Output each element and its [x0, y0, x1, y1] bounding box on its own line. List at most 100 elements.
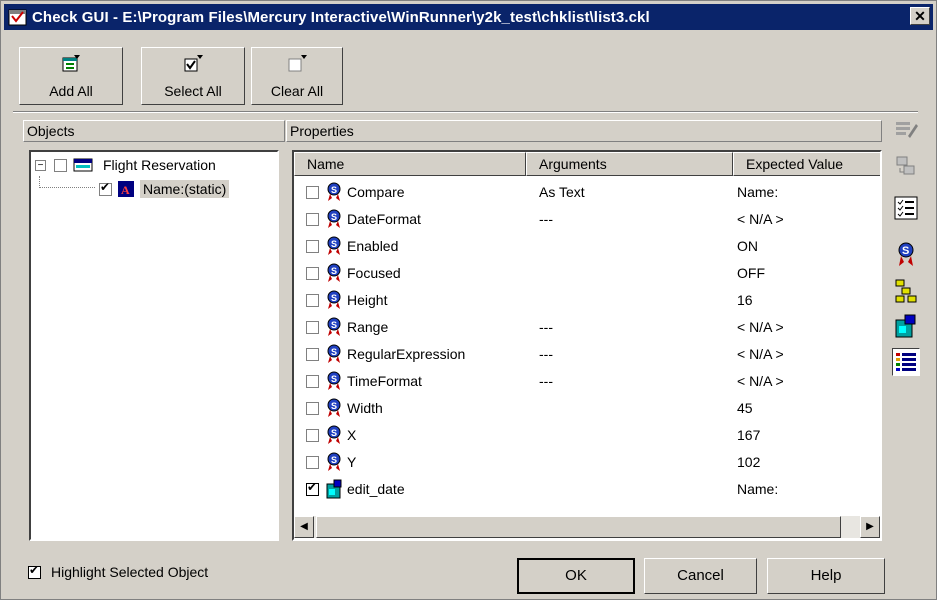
row-value: ON	[737, 238, 758, 254]
row-name: Y	[347, 454, 357, 470]
tree-item-name-static[interactable]: A Name:(static)	[39, 176, 230, 200]
column-header-name[interactable]: Name	[294, 152, 526, 176]
window-icon	[73, 157, 93, 173]
table-row[interactable]: S Compare As Text Name:	[294, 179, 880, 206]
compare-icon[interactable]	[892, 152, 920, 180]
table-row[interactable]: S Enabled ON	[294, 233, 880, 260]
row-value: 102	[737, 454, 761, 470]
select-all-icon	[182, 54, 204, 74]
row-value: OFF	[737, 265, 765, 281]
table-row[interactable]: S DateFormat --- < N/A >	[294, 206, 880, 233]
cancel-button[interactable]: Cancel	[644, 558, 757, 594]
check-gui-window: Check GUI - E:\Program Files\Mercury Int…	[0, 0, 937, 600]
row-name: Enabled	[347, 238, 399, 254]
row-name: X	[347, 427, 357, 443]
objects-header: Objects	[23, 120, 285, 142]
row-checkbox[interactable]	[306, 294, 319, 307]
table-row[interactable]: S TimeFormat --- < N/A >	[294, 368, 880, 395]
row-checkbox[interactable]	[306, 456, 319, 469]
clear-all-button[interactable]: Clear All	[251, 47, 343, 105]
title-bar[interactable]: Check GUI - E:\Program Files\Mercury Int…	[4, 4, 933, 30]
table-row[interactable]: S RegularExpression --- < N/A >	[294, 341, 880, 368]
property-icon: S	[325, 398, 343, 418]
add-all-button[interactable]: Add All	[19, 47, 123, 105]
close-button[interactable]: ✕	[910, 7, 930, 25]
highlight-selected-option[interactable]: Highlight Selected Object	[28, 563, 209, 580]
row-value: 16	[737, 292, 753, 308]
tree-item-label: Name:(static)	[140, 180, 230, 198]
select-all-button[interactable]: Select All	[141, 47, 245, 105]
row-checkbox[interactable]	[306, 402, 319, 415]
objects-tree[interactable]: − Flight Reservation A Name:(static)	[29, 150, 279, 541]
row-checkbox[interactable]	[306, 240, 319, 253]
hierarchy-icon[interactable]	[892, 276, 920, 304]
scroll-right-button[interactable]: ▶	[860, 516, 880, 538]
properties-list[interactable]: Name Arguments Expected Value S Compare …	[292, 150, 882, 541]
row-name: Height	[347, 292, 388, 308]
row-name: DateFormat	[347, 211, 421, 227]
row-value: < N/A >	[737, 211, 784, 227]
svg-text:S: S	[331, 212, 337, 222]
clear-all-label: Clear All	[270, 83, 324, 99]
property-icon: S	[325, 452, 343, 472]
row-checkbox[interactable]	[306, 186, 319, 199]
ok-button[interactable]: OK	[517, 558, 635, 594]
checkbox-flight-reservation[interactable]	[54, 158, 67, 172]
close-icon: ✕	[914, 8, 926, 24]
column-header-expected-value[interactable]: Expected Value	[733, 152, 880, 176]
svg-text:S: S	[331, 320, 337, 330]
row-checkbox[interactable]	[306, 213, 319, 226]
edit-expected-icon[interactable]	[892, 116, 920, 144]
app-icon	[8, 7, 28, 27]
checklist-icon[interactable]	[892, 194, 920, 222]
horizontal-scrollbar[interactable]: ◀ ▶	[294, 516, 880, 538]
row-checkbox[interactable]	[306, 429, 319, 442]
svg-text:S: S	[331, 185, 337, 195]
row-name: Range	[347, 319, 389, 335]
row-checkbox[interactable]	[306, 375, 319, 388]
svg-text:S: S	[331, 374, 337, 384]
select-all-label: Select All	[164, 83, 222, 99]
column-header-arguments[interactable]: Arguments	[526, 152, 733, 176]
row-checkbox[interactable]	[306, 267, 319, 280]
property-icon: S	[325, 371, 343, 391]
scroll-left-button[interactable]: ◀	[294, 516, 314, 538]
table-row[interactable]: S X 167	[294, 422, 880, 449]
table-row[interactable]: S Range --- < N/A >	[294, 314, 880, 341]
edit-object-icon	[325, 479, 343, 499]
property-icon: S	[325, 209, 343, 229]
tree-item-flight-reservation[interactable]: − Flight Reservation	[35, 154, 216, 176]
checkbox-name-static[interactable]	[99, 180, 112, 196]
property-ribbon-icon[interactable]: S	[892, 240, 920, 268]
window-title: Check GUI - E:\Program Files\Mercury Int…	[32, 8, 650, 26]
property-icon: S	[325, 236, 343, 256]
svg-text:S: S	[331, 266, 337, 276]
scroll-thumb[interactable]	[316, 516, 841, 538]
object-icon[interactable]	[892, 312, 920, 340]
row-checkbox[interactable]	[306, 480, 319, 496]
svg-text:S: S	[902, 245, 909, 257]
row-checkbox[interactable]	[306, 321, 319, 334]
highlight-label: Highlight Selected Object	[51, 564, 209, 580]
tree-expand-icon[interactable]: −	[35, 159, 46, 171]
static-text-icon: A	[118, 181, 134, 197]
toolbar-separator	[13, 111, 918, 113]
row-value: 167	[737, 427, 761, 443]
highlight-checkbox[interactable]	[28, 563, 41, 579]
property-icon: S	[325, 182, 343, 202]
table-row[interactable]: S Width 45	[294, 395, 880, 422]
row-name: Focused	[347, 265, 401, 281]
property-icon: S	[325, 317, 343, 337]
row-checkbox[interactable]	[306, 348, 319, 361]
svg-text:S: S	[331, 239, 337, 249]
table-row[interactable]: S Y 102	[294, 449, 880, 476]
table-row[interactable]: edit_date Name:	[294, 476, 880, 503]
property-icon: S	[325, 290, 343, 310]
tree-item-label: Flight Reservation	[103, 157, 216, 173]
help-button[interactable]: Help	[767, 558, 885, 594]
table-row[interactable]: S Focused OFF	[294, 260, 880, 287]
clear-all-icon	[286, 54, 308, 74]
table-row[interactable]: S Height 16	[294, 287, 880, 314]
list-view-icon[interactable]	[892, 348, 920, 376]
property-icon: S	[325, 344, 343, 364]
